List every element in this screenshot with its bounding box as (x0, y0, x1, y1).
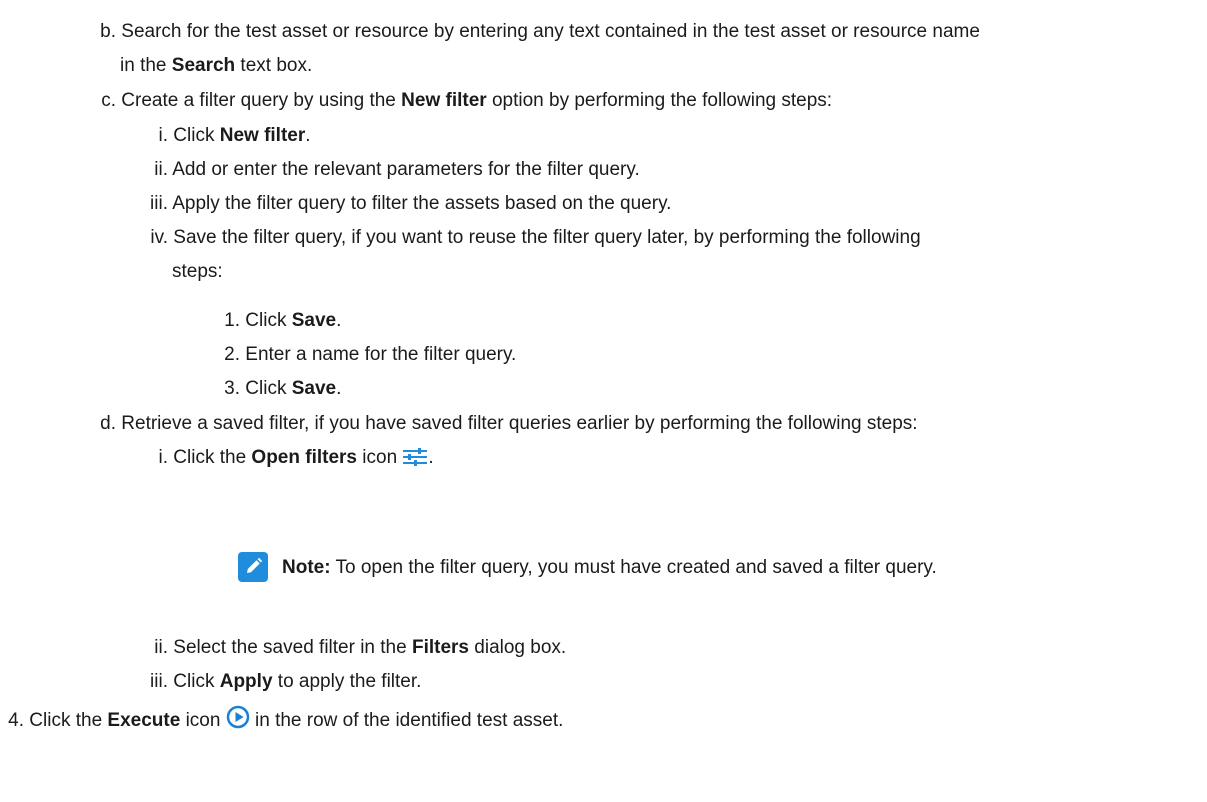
step-c: c. Create a filter query by using the Ne… (92, 90, 832, 112)
substep-3-marker: 3. (224, 378, 240, 399)
step-c-iii: iii. Apply the filter query to filter th… (120, 193, 671, 215)
step-b-line1: b. Search for the test asset or resource… (92, 21, 980, 43)
substep-3: 3. Click Save. (212, 378, 341, 400)
substep-1-marker: 1. (224, 310, 240, 331)
substep-2-marker: 2. (224, 344, 240, 365)
substep-2: 2. Enter a name for the filter query. (212, 344, 516, 366)
note-label: Note: (282, 557, 331, 578)
step-d-iii-marker: iii. (150, 671, 168, 692)
note-icon (238, 552, 268, 582)
apply-label: Apply (219, 671, 273, 692)
step-4-marker: 4. (8, 710, 24, 731)
execute-icon[interactable] (226, 705, 250, 735)
new-filter-label: New filter (219, 125, 306, 146)
step-d-marker: d. (100, 413, 116, 434)
step-b-text: Search for the test asset or resource by… (121, 21, 980, 42)
open-filters-label: Open filters (251, 447, 357, 468)
note-text: Note: To open the filter query, you must… (282, 557, 937, 578)
step-c-iv-marker: iv. (150, 227, 168, 248)
substep-1: 1. Click Save. (212, 310, 341, 332)
step-d-ii-marker: ii. (154, 637, 168, 658)
new-filter-label: New filter (401, 90, 487, 111)
step-c-i: i. Click New filter. (120, 125, 311, 147)
filters-label: Filters (411, 637, 469, 658)
step-b-marker: b. (100, 21, 116, 42)
search-label: Search (171, 55, 236, 76)
step-d-i: i. Click the Open filters icon . (120, 447, 434, 472)
step-c-ii: ii. Add or enter the relevant parameters… (120, 159, 639, 181)
step-d: d. Retrieve a saved filter, if you have … (92, 413, 917, 435)
open-filters-icon[interactable] (402, 448, 428, 472)
step-d-i-marker: i. (158, 447, 169, 468)
step-c-i-marker: i. (158, 125, 169, 146)
document-page: b. Search for the test asset or resource… (0, 0, 1207, 802)
step-4: 4. Click the Execute icon in the row of … (2, 705, 563, 735)
step-d-iii: iii. Click Apply to apply the filter. (120, 671, 421, 693)
step-c-iv-line2: steps: (172, 261, 223, 282)
save-label: Save (291, 310, 337, 331)
step-c-ii-marker: ii. (154, 159, 168, 180)
step-b-line2: in the Search text box. (120, 55, 313, 76)
save-label: Save (291, 378, 337, 399)
step-c-iv-line1: iv. Save the filter query, if you want t… (120, 227, 920, 249)
step-c-marker: c. (101, 90, 116, 111)
step-c-iii-marker: iii. (150, 193, 168, 214)
step-d-ii: ii. Select the saved filter in the Filte… (120, 637, 566, 659)
execute-label: Execute (107, 710, 181, 731)
